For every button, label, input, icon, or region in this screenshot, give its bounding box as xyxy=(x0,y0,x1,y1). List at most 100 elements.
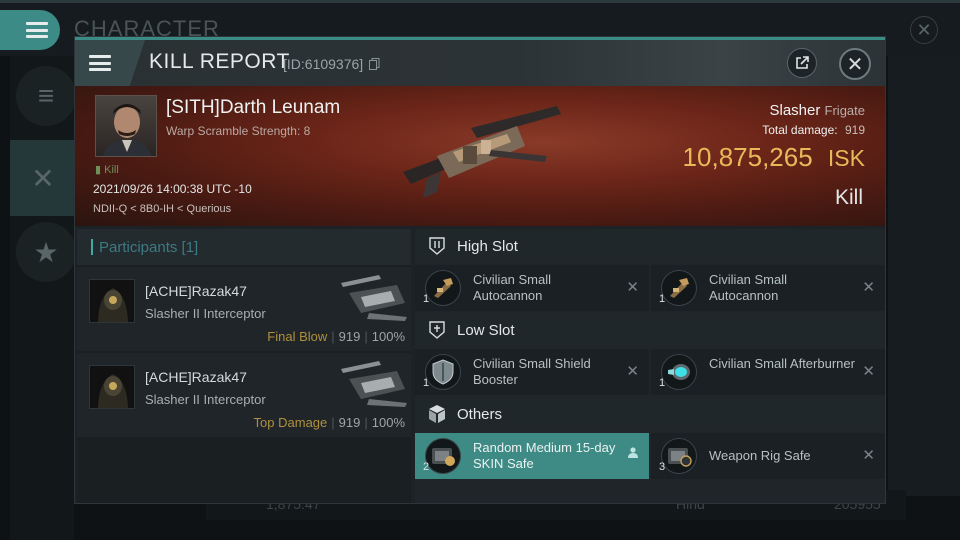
victim-ship[interactable]: Slasher Frigate xyxy=(770,102,866,119)
background-nav-star-icon[interactable]: ★ xyxy=(16,222,76,282)
participant-role: Top Damage xyxy=(253,415,328,430)
participant-avatar xyxy=(89,365,135,409)
fitting-item[interactable]: 1 Civilian Small Afterburner ✕ xyxy=(651,349,885,395)
victim-portrait[interactable] xyxy=(95,95,157,157)
autocannon-icon xyxy=(425,270,461,306)
fitting-item[interactable]: 1 Civilian Small Autocannon ✕ xyxy=(651,265,885,311)
victim-ship-name: Slasher xyxy=(769,102,821,119)
isk-unit: ISK xyxy=(827,145,865,171)
report-id[interactable]: [ID:6109376] xyxy=(283,56,380,72)
participants-title: Participants [1] xyxy=(99,239,199,256)
destroyed-icon: ✕ xyxy=(862,279,875,296)
others-header: Others xyxy=(415,397,885,431)
participant-name: [ACHE]Razak47 xyxy=(145,283,247,299)
participant-name: [ACHE]Razak47 xyxy=(145,369,247,385)
isk-value: 10,875,265 ISK xyxy=(683,142,865,173)
participant-stats: Final Blow | 919 | 100% xyxy=(267,329,405,344)
participant-ship-image xyxy=(341,361,407,407)
others-title: Others xyxy=(457,406,503,423)
helmet-portrait-image xyxy=(98,374,128,408)
participant-ship-image xyxy=(341,275,407,321)
portrait-image xyxy=(102,104,152,156)
item-quantity: 1 xyxy=(423,293,430,305)
kill-report-modal: KILL REPORT [ID:6109376] ✕ [SITH]Darth L… xyxy=(74,36,886,504)
total-damage-value: 919 xyxy=(844,123,865,137)
destroyed-icon: ✕ xyxy=(862,363,875,380)
participant-row[interactable]: [ACHE]Razak47 Slasher II Interceptor Top… xyxy=(77,353,411,437)
isk-amount: 10,875,265 xyxy=(682,142,813,172)
low-slot-icon xyxy=(429,321,445,339)
participants-accent-bar xyxy=(91,239,93,255)
participant-percent: 100% xyxy=(371,329,405,344)
close-button[interactable]: ✕ xyxy=(839,48,871,80)
share-button[interactable] xyxy=(787,48,817,78)
kill-tag-text: Kill xyxy=(104,164,119,176)
participant-damage: 919 xyxy=(338,329,361,344)
item-name: Weapon Rig Safe xyxy=(709,448,811,463)
victim-ship-image[interactable] xyxy=(397,106,567,206)
modal-title: KILL REPORT xyxy=(149,50,290,73)
fitting-item[interactable]: 1 Civilian Small Shield Booster ✕ xyxy=(415,349,649,395)
warp-scramble-strength: Warp Scramble Strength: 8 xyxy=(166,124,311,138)
item-name: Random Medium 15-day SKIN Safe xyxy=(473,440,616,471)
fitting-item[interactable]: 3 Weapon Rig Safe ✕ xyxy=(651,433,885,479)
background-nav-combat-icon[interactable]: ✕ xyxy=(10,140,76,216)
participant-percent: 100% xyxy=(371,415,405,430)
item-quantity: 3 xyxy=(659,461,666,473)
total-damage: Total damage: 919 xyxy=(762,123,865,137)
cube-icon xyxy=(429,405,445,423)
fitting-item[interactable]: 1 Civilian Small Autocannon ✕ xyxy=(415,265,649,311)
participant-row[interactable]: [ACHE]Razak47 Slasher II Interceptor Fin… xyxy=(77,267,411,351)
participant-ship: Slasher II Interceptor xyxy=(145,306,266,321)
background-menu-button[interactable] xyxy=(0,10,60,50)
victim-summary: [SITH]Darth Leunam Warp Scramble Strengt… xyxy=(75,86,885,226)
item-name: Civilian Small Autocannon xyxy=(709,272,788,303)
background-right-panel xyxy=(888,56,960,496)
item-name: Civilian Small Autocannon xyxy=(473,272,552,303)
rig-safe-icon xyxy=(661,438,697,474)
participant-avatar xyxy=(89,279,135,323)
menu-icon xyxy=(26,22,48,38)
kill-location[interactable]: NDII-Q < 8B0-IH < Querious xyxy=(93,203,231,215)
low-slot-header: Low Slot xyxy=(415,313,885,347)
report-id-text: [ID:6109376] xyxy=(283,56,364,72)
item-quantity: 1 xyxy=(423,377,430,389)
fitting-item-selected[interactable]: 2 Random Medium 15-day SKIN Safe xyxy=(415,433,649,479)
destroyed-icon: ✕ xyxy=(862,447,875,464)
external-link-icon xyxy=(796,56,809,69)
item-quantity: 1 xyxy=(659,293,666,305)
background-close-button[interactable]: ✕ xyxy=(910,16,938,44)
background-side-nav xyxy=(10,56,74,540)
item-quantity: 2 xyxy=(423,461,430,473)
afterburner-icon xyxy=(661,354,697,390)
helmet-portrait-image xyxy=(98,288,128,322)
close-icon: ✕ xyxy=(846,53,864,76)
destroyed-icon: ✕ xyxy=(626,363,639,380)
total-damage-label: Total damage: xyxy=(762,123,838,137)
kill-bar-icon: ▮ xyxy=(95,164,102,176)
high-slot-title: High Slot xyxy=(457,238,518,255)
kill-tag: ▮ Kill xyxy=(95,163,119,176)
copy-icon xyxy=(369,58,380,70)
participant-role: Final Blow xyxy=(267,329,328,344)
kill-datetime: 2021/09/26 14:00:38 UTC -10 xyxy=(93,182,252,196)
participant-damage: 919 xyxy=(338,415,361,430)
item-name: Civilian Small Shield Booster xyxy=(473,356,591,387)
victim-name[interactable]: [SITH]Darth Leunam xyxy=(166,97,340,119)
participant-ship: Slasher II Interceptor xyxy=(145,392,266,407)
high-slot-header: High Slot xyxy=(415,229,885,263)
background-nav-list-icon[interactable]: ≡ xyxy=(16,66,76,126)
person-icon xyxy=(627,446,639,461)
item-quantity: 1 xyxy=(659,377,666,389)
low-slot-title: Low Slot xyxy=(457,322,515,339)
modal-header: KILL REPORT [ID:6109376] ✕ xyxy=(75,37,885,86)
fitting-panel: High Slot 1 Civilian Small Autocannon ✕ … xyxy=(415,229,885,503)
skin-safe-icon xyxy=(425,438,461,474)
high-slot-icon xyxy=(429,237,445,255)
shield-booster-icon xyxy=(425,354,461,390)
destroyed-icon: ✕ xyxy=(626,279,639,296)
participants-panel: Participants [1] [ACHE]Razak47 Slasher I… xyxy=(77,229,411,503)
menu-icon xyxy=(89,55,111,71)
modal-menu-button[interactable] xyxy=(75,40,145,86)
participant-stats: Top Damage | 919 | 100% xyxy=(253,415,405,430)
